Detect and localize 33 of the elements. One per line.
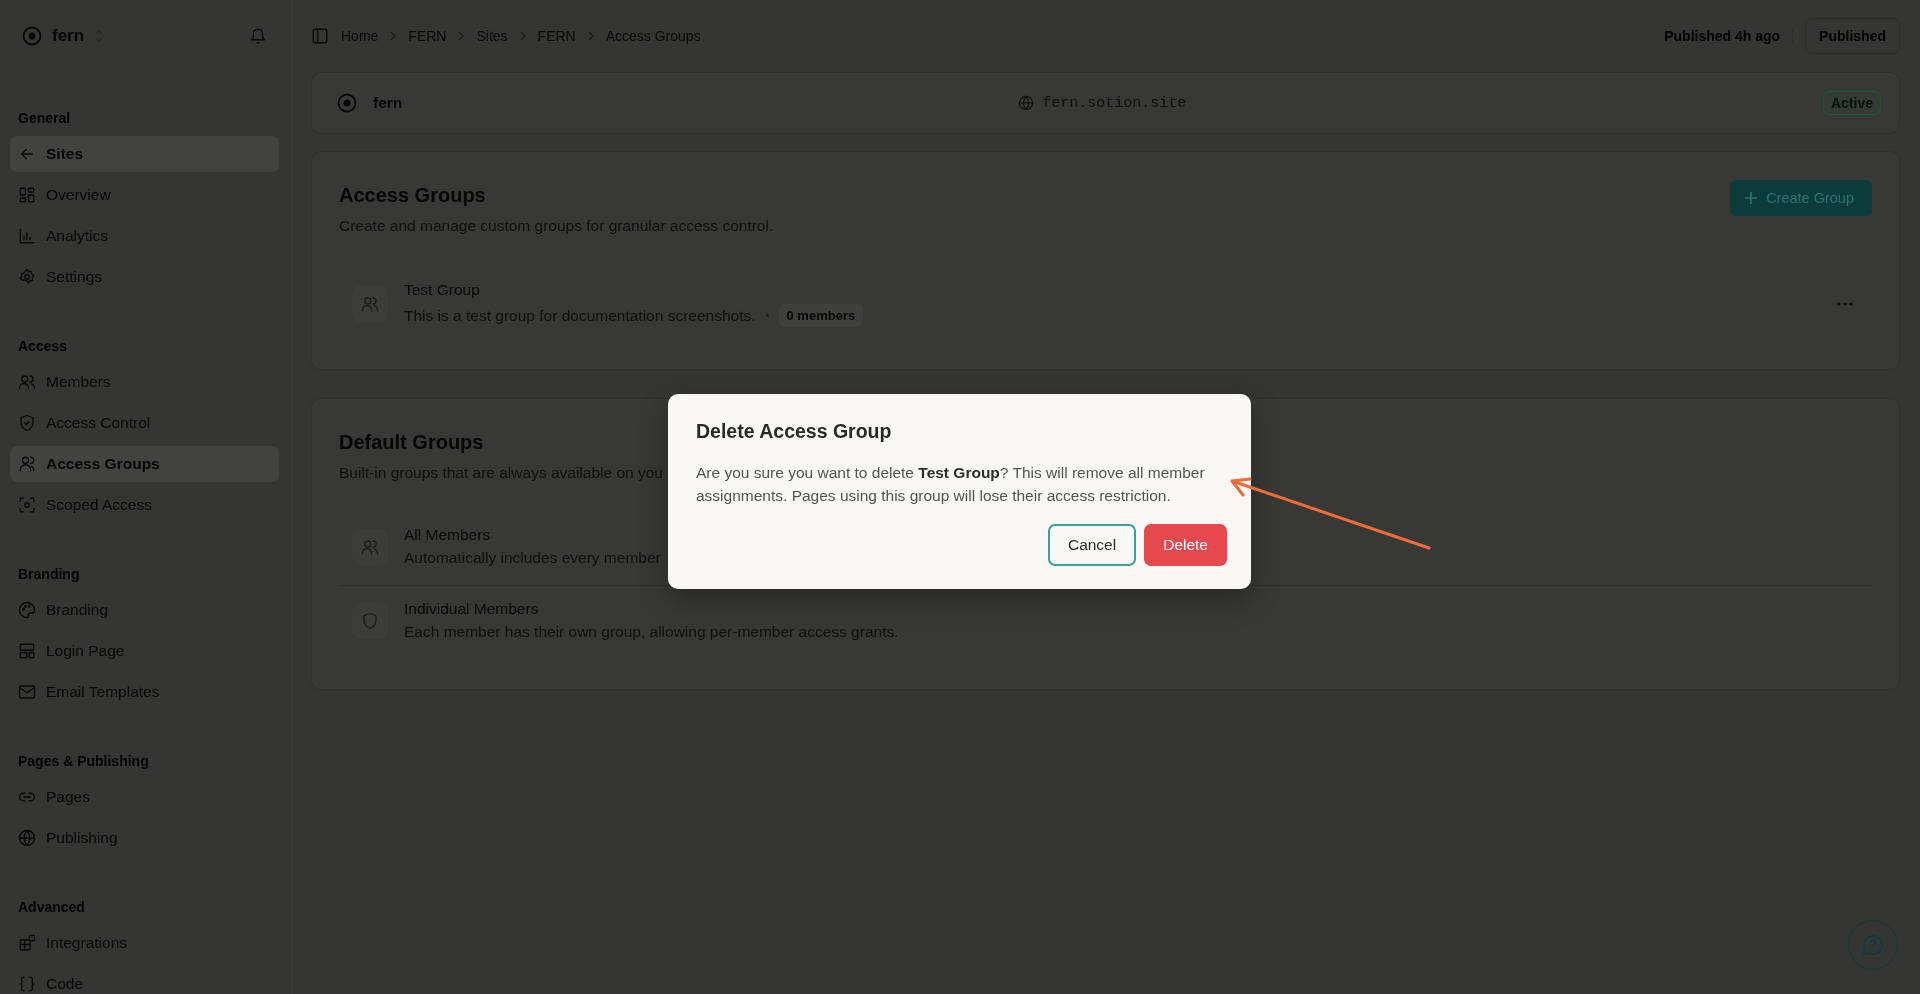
logo-icon: [22, 26, 42, 46]
help-icon: [1861, 933, 1885, 957]
globe-icon: [18, 829, 36, 847]
layout-icon: [18, 642, 36, 660]
help-button[interactable]: [1848, 920, 1898, 970]
blocks-icon: [18, 934, 36, 952]
ellipsis-icon: [1837, 302, 1853, 306]
dialog-title: Delete Access Group: [696, 420, 893, 443]
scan-icon: [18, 496, 36, 514]
users-icon: [18, 455, 36, 473]
sidebar-toggle-icon[interactable]: [311, 27, 329, 45]
palette-icon: [18, 601, 36, 619]
users-icon: [361, 295, 379, 313]
sidebar-item[interactable]: Sites: [10, 136, 279, 172]
shield-check-icon: [18, 414, 36, 432]
plus-icon: [1744, 191, 1759, 205]
delete-button[interactable]: Delete: [1144, 524, 1227, 566]
globe-icon: [1018, 95, 1035, 111]
create-group-button[interactable]: Create Group: [1730, 180, 1872, 216]
member-count: 0 members: [778, 304, 864, 327]
braces-icon: [18, 975, 36, 993]
grid-icon: [18, 186, 36, 204]
mail-icon: [18, 683, 36, 701]
users-icon: [18, 373, 36, 391]
sidebar-item[interactable]: Access Groups: [10, 446, 279, 482]
bell-icon[interactable]: [249, 27, 267, 45]
logo-icon: [337, 93, 357, 113]
settings-icon: [18, 268, 36, 286]
dialog-message: Are you sure you want to delete Test Group? This will remove all member assignments. Pages using this group will lose their access restriction.: [696, 463, 1206, 506]
cancel-button[interactable]: Cancel: [1047, 524, 1137, 566]
users-icon: [361, 537, 379, 556]
bar-chart-icon: [18, 227, 36, 245]
shield-icon: [361, 611, 379, 630]
